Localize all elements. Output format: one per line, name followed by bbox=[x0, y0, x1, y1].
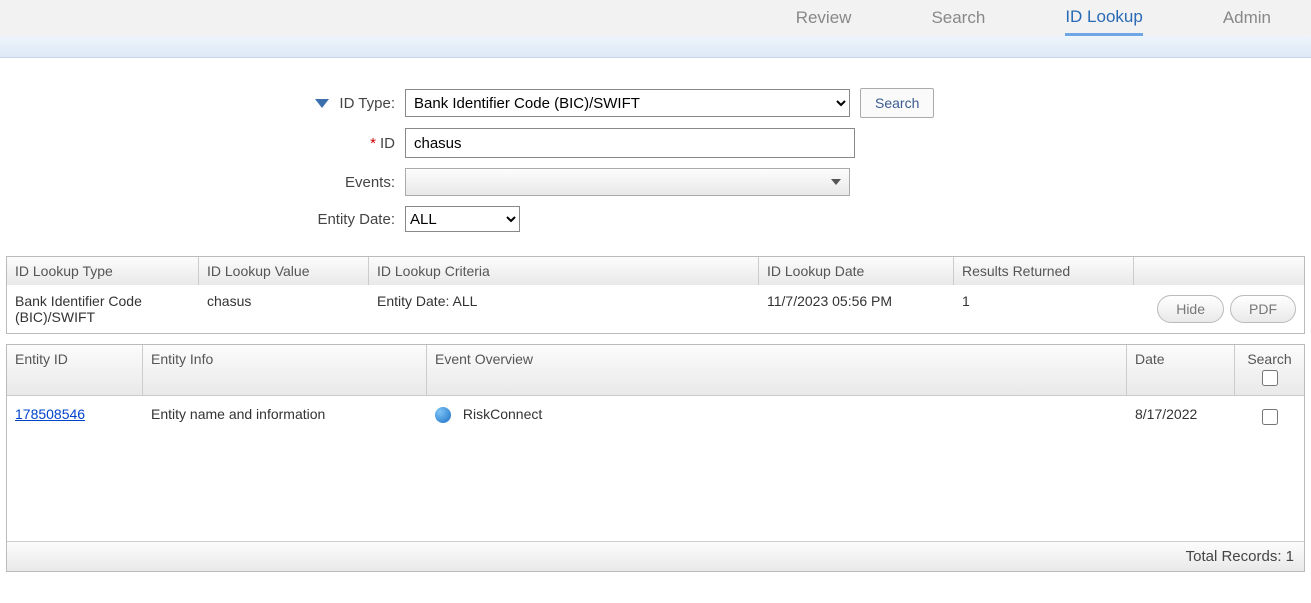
col-header-lookup-date: ID Lookup Date bbox=[759, 257, 954, 285]
entity-info-cell: Entity name and information bbox=[143, 402, 427, 432]
lookup-criteria-value: Entity Date: ALL bbox=[369, 285, 759, 333]
total-records-label: Total Records: bbox=[1186, 548, 1282, 565]
tab-search[interactable]: Search bbox=[931, 2, 985, 34]
tab-id-lookup[interactable]: ID Lookup bbox=[1065, 1, 1143, 36]
lookup-summary-table: ID Lookup Type ID Lookup Value ID Lookup… bbox=[6, 256, 1305, 334]
tab-admin[interactable]: Admin bbox=[1223, 2, 1271, 34]
events-label: Events: bbox=[345, 174, 395, 191]
lookup-type-value: Bank Identifier Code (BIC)/SWIFT bbox=[7, 285, 199, 333]
results-table: Entity ID Entity Info Event Overview Dat… bbox=[6, 344, 1305, 572]
results-footer: Total Records: 1 bbox=[7, 541, 1304, 571]
col-header-event-overview: Event Overview bbox=[427, 345, 1127, 395]
gradient-divider bbox=[0, 36, 1311, 58]
events-select[interactable] bbox=[405, 168, 850, 196]
search-button[interactable]: Search bbox=[860, 88, 934, 118]
col-header-search: Search bbox=[1235, 345, 1304, 395]
id-label: ID bbox=[380, 135, 395, 152]
col-header-entity-info: Entity Info bbox=[143, 345, 427, 395]
col-header-lookup-type: ID Lookup Type bbox=[7, 257, 199, 285]
search-form: ID Type: Bank Identifier Code (BIC)/SWIF… bbox=[0, 58, 1311, 256]
lookup-date-value: 11/7/2023 05:56 PM bbox=[759, 285, 954, 333]
col-header-results-returned: Results Returned bbox=[954, 257, 1134, 285]
entity-date-label: Entity Date: bbox=[317, 211, 395, 228]
search-header-checkbox[interactable] bbox=[1262, 370, 1278, 386]
col-header-lookup-criteria: ID Lookup Criteria bbox=[369, 257, 759, 285]
disclosure-triangle-icon[interactable] bbox=[315, 99, 329, 108]
event-overview-cell: RiskConnect bbox=[427, 402, 1127, 432]
date-cell: 8/17/2022 bbox=[1127, 402, 1235, 432]
id-type-label: ID Type: bbox=[339, 95, 395, 112]
entity-id-link[interactable]: 178508546 bbox=[15, 406, 85, 422]
table-row: 178508546 Entity name and information Ri… bbox=[7, 396, 1304, 438]
row-search-checkbox[interactable] bbox=[1262, 409, 1278, 425]
event-overview-text: RiskConnect bbox=[463, 406, 542, 422]
total-records-count: 1 bbox=[1286, 548, 1294, 565]
col-header-date: Date bbox=[1127, 345, 1235, 395]
col-header-entity-id: Entity ID bbox=[7, 345, 143, 395]
required-asterisk: * bbox=[370, 135, 376, 152]
pdf-button[interactable]: PDF bbox=[1230, 295, 1296, 323]
tab-review[interactable]: Review bbox=[796, 2, 852, 34]
results-returned-value: 1 bbox=[954, 285, 1134, 333]
id-input[interactable] bbox=[405, 128, 855, 158]
id-type-select[interactable]: Bank Identifier Code (BIC)/SWIFT bbox=[405, 89, 850, 117]
hide-button[interactable]: Hide bbox=[1157, 295, 1224, 323]
entity-date-select[interactable]: ALL bbox=[405, 206, 520, 232]
lookup-value: chasus bbox=[199, 285, 369, 333]
chevron-down-icon bbox=[831, 179, 841, 185]
top-nav: Review Search ID Lookup Admin bbox=[0, 0, 1311, 36]
col-header-lookup-value: ID Lookup Value bbox=[199, 257, 369, 285]
globe-icon bbox=[435, 407, 451, 423]
